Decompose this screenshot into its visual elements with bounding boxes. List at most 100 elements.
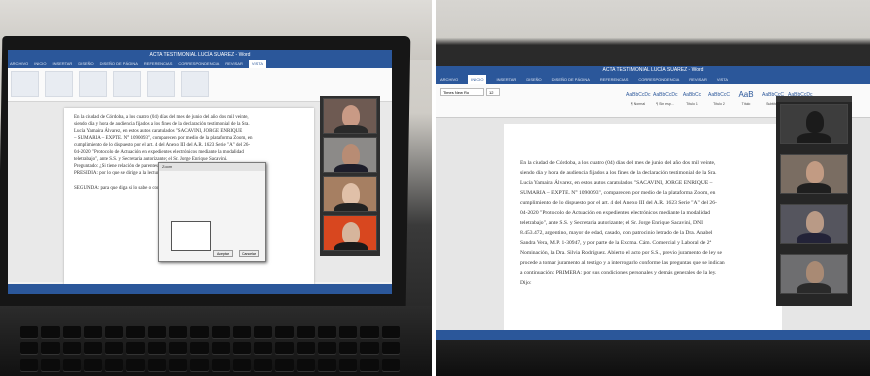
person-body	[334, 125, 368, 133]
keyboard-key	[20, 326, 39, 338]
style-sample: AaB	[738, 90, 754, 99]
ribbon-tab[interactable]: VISTA	[248, 60, 267, 68]
ribbon-tab[interactable]: DISEÑO DE PÁGINA	[552, 75, 590, 84]
ribbon-group[interactable]	[147, 71, 175, 97]
keyboard-key	[254, 326, 273, 338]
ribbon-tab[interactable]: VISTA	[717, 75, 728, 84]
keyboard-key	[105, 326, 124, 338]
document-line: Dijo:	[520, 280, 532, 286]
document-page: En la ciudad de Córdoba, a los cuatro (0…	[504, 124, 782, 330]
keyboard-key	[83, 342, 103, 355]
person-face	[806, 111, 824, 133]
keyboard-key	[20, 342, 39, 355]
ribbon-group[interactable]	[113, 71, 141, 97]
keyboard-key	[105, 358, 124, 371]
font-name-box[interactable]: Times New Ro	[440, 88, 484, 96]
style-sample: AaBbCcDc	[653, 92, 678, 98]
zoom-dialog: Zoom Aceptar Cancelar	[158, 162, 266, 262]
keyboard-key	[83, 358, 103, 371]
ribbon-group[interactable]	[181, 71, 209, 97]
keys	[20, 326, 400, 372]
keyboard-key	[254, 358, 273, 371]
keyboard-key	[339, 326, 358, 338]
document-line: cumplimiento de lo dispuesto por el art.…	[520, 200, 717, 206]
keyboard-key	[126, 342, 145, 355]
keyboard-key	[62, 342, 81, 355]
cancel-button[interactable]: Cancelar	[239, 250, 259, 257]
ribbon-tab[interactable]: INICIO	[34, 60, 46, 68]
ribbon-group[interactable]	[45, 71, 73, 97]
document-line: siendo día y hora de audiencia fijados a…	[520, 170, 717, 176]
document-line: siendo día y hora de audiencia fijados a…	[74, 122, 250, 127]
document-line: Nominación, la Dra. Silvia Rodríguez. Ab…	[520, 250, 722, 256]
person-body	[797, 233, 831, 243]
ribbon-tab[interactable]: REFERENCIAS	[144, 60, 172, 68]
ribbon-tab[interactable]: ARCHIVO	[10, 60, 28, 68]
style-name: ¶ Sin esp...	[656, 102, 674, 106]
keyboard-key	[381, 326, 400, 338]
keyboard-key	[62, 326, 81, 338]
person-body	[334, 203, 368, 211]
ribbon-group[interactable]	[79, 71, 107, 97]
keyboard-key	[381, 358, 400, 371]
keyboard-key	[296, 342, 315, 355]
person-body	[797, 283, 831, 293]
ribbon-tabs: ARCHIVO INICIO INSERTAR DISEÑO DISEÑO DE PÁG…	[8, 60, 392, 68]
ribbon-tab[interactable]: CORRESPONDENCIA	[178, 60, 219, 68]
ribbon-tab[interactable]: CORRESPONDENCIA	[638, 75, 679, 84]
style-preset[interactable]: AaBbCc Título 1	[680, 88, 704, 110]
ribbon-tabs: ARCHIVO INICIO INSERTAR DISEÑO DISEÑO DE PÁG…	[436, 75, 870, 84]
right-photo: ACTA TESTIMONIAL LUCÍA SUAREZ - Word ARC…	[436, 0, 870, 376]
ribbon-tab[interactable]: INSERTAR	[52, 60, 72, 68]
ribbon-tab[interactable]: DISEÑO	[78, 60, 93, 68]
keyboard-key	[275, 342, 294, 355]
person-body	[334, 164, 368, 172]
person-face	[342, 222, 360, 244]
style-name: Título	[741, 102, 751, 106]
style-preset[interactable]: AaBbCcC Título 2	[707, 88, 731, 110]
keyboard-key	[168, 358, 188, 371]
keyboard-key	[211, 358, 230, 371]
ok-button[interactable]: Aceptar	[213, 250, 233, 257]
ribbon-tab[interactable]: INSERTAR	[496, 75, 516, 84]
keyboard-key	[62, 358, 81, 371]
keyboard-key	[126, 358, 145, 371]
font-size-box[interactable]: 12	[486, 88, 500, 96]
style-preset[interactable]: AaBbCcDc ¶ Normal	[626, 88, 650, 110]
ribbon-group[interactable]	[11, 71, 39, 97]
zoom-gallery-bar	[776, 96, 852, 102]
document-line: 04-2020 "Protocolo de Actuación en exped…	[520, 210, 711, 216]
person-face	[806, 161, 824, 183]
window-title: ACTA TESTIMONIAL LUCÍA SUAREZ - Word	[8, 50, 392, 60]
style-name: Título 2	[713, 102, 725, 106]
ribbon-tab[interactable]: INICIO	[468, 75, 487, 84]
document-line: Lucía Yamaira Álvarez, en estos autos ca…	[74, 129, 243, 134]
ribbon-tab[interactable]: REVISAR	[225, 60, 243, 68]
participant-tile	[780, 254, 848, 294]
keyboard-key	[232, 342, 252, 355]
ribbon-tab[interactable]: REVISAR	[689, 75, 707, 84]
ribbon-tab[interactable]: DISEÑO DE PÁGINA	[100, 60, 138, 68]
ribbon-tab[interactable]: DISEÑO	[526, 75, 541, 84]
keyboard-key	[83, 326, 103, 338]
keyboard-key	[360, 342, 379, 355]
keyboard-key	[190, 326, 209, 338]
style-preset[interactable]: AaB Título	[734, 88, 758, 110]
participant-tile	[323, 98, 377, 134]
keyboard-key	[147, 358, 166, 371]
style-preset[interactable]: AaBbCcDc ¶ Sin esp...	[653, 88, 677, 110]
participant-tile	[323, 176, 377, 212]
style-name: Título 1	[686, 102, 698, 106]
ribbon-tab[interactable]: REFERENCIAS	[600, 75, 628, 84]
style-sample: AaBbCc	[682, 92, 702, 98]
ribbon-tab[interactable]: ARCHIVO	[440, 75, 458, 84]
keyboard-key	[147, 342, 166, 355]
participant-tile	[780, 154, 848, 194]
keyboard-key	[232, 358, 252, 371]
keyboard-key	[360, 326, 379, 338]
person-face	[806, 261, 824, 283]
keyboard-key	[147, 326, 166, 338]
keyboard-key	[381, 342, 400, 355]
left-photo: ACTA TESTIMONIAL LUCÍA SUAREZ - Word ARC…	[0, 0, 432, 376]
document-line: En la ciudad de Córdoba, a los cuatro (0…	[74, 115, 249, 120]
